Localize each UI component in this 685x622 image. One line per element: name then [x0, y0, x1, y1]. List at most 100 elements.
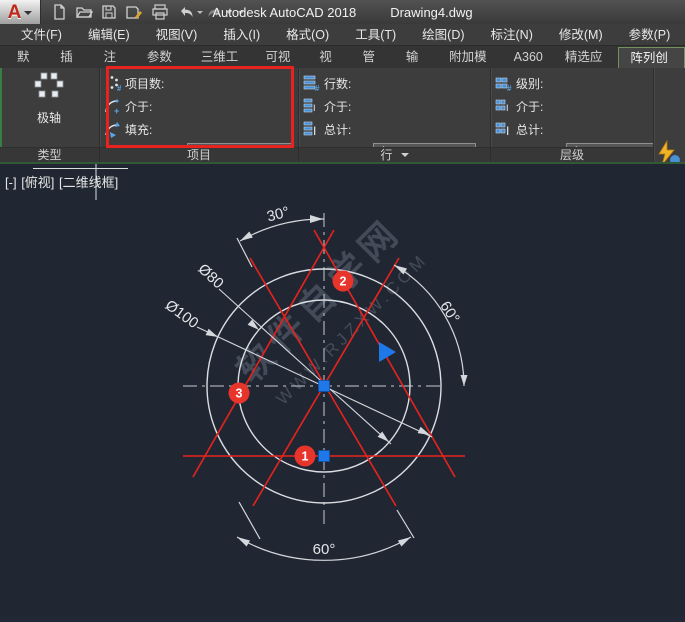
menu-edit[interactable]: 编辑(E)	[75, 24, 143, 46]
save-as-icon[interactable]	[125, 3, 143, 21]
save-icon[interactable]	[100, 3, 118, 21]
polar-array-icon	[30, 72, 68, 106]
item-count-icon: #	[104, 75, 121, 92]
tab-array-creation[interactable]: 阵列创建	[618, 47, 685, 68]
svg-text:#: #	[117, 84, 121, 92]
open-file-icon[interactable]	[75, 3, 93, 21]
tab-default[interactable]: 默认	[6, 47, 49, 68]
ribbon-tab-row: 默认 插入 注释 参数化 三维工具 可视化 视图 管理 输出 附加模块 A360…	[0, 46, 685, 68]
dim-60-right-label: 60°	[436, 298, 463, 326]
qat-customize-icon[interactable]	[238, 11, 244, 17]
panel-title-levels[interactable]: 层级	[491, 147, 653, 163]
svg-text:+: +	[114, 106, 119, 115]
viewport-control-minus[interactable]: [-]	[5, 175, 17, 190]
undo-icon[interactable]	[177, 3, 195, 21]
rows-between-row: I 介于:	[303, 97, 351, 115]
svg-text:#: #	[315, 84, 320, 92]
chevron-down-icon	[24, 11, 32, 19]
tab-a360[interactable]: A360	[503, 47, 554, 68]
badge-2: 2	[340, 275, 347, 289]
panel-title-items[interactable]: 项目	[100, 147, 298, 163]
undo-dropdown-icon[interactable]	[197, 11, 203, 17]
menu-format[interactable]: 格式(O)	[273, 24, 342, 46]
tab-manage[interactable]: 管理	[352, 47, 395, 68]
viewport-view-control[interactable]: [俯视]	[21, 175, 54, 190]
menu-tools[interactable]: 工具(T)	[342, 24, 409, 46]
drawing-canvas[interactable]: [-] [俯视] [二维线框] 软件自学网 WWW.RJZXW.COM	[0, 164, 685, 617]
fill-angle-row: 填充:	[104, 120, 152, 138]
dim-dia100-label: Ø100	[162, 297, 202, 332]
angle-between-label: 介于:	[125, 98, 152, 115]
rows-total-icon: I	[303, 121, 320, 138]
svg-text:I: I	[506, 103, 509, 113]
levels-count-label: 级别:	[516, 75, 543, 92]
badge-3: 3	[236, 387, 243, 401]
new-file-icon[interactable]	[50, 3, 68, 21]
dim-dia100	[197, 327, 432, 437]
viewport-controls: [-] [俯视] [二维线框]	[5, 172, 119, 191]
svg-text:#: #	[507, 84, 512, 92]
rows-panel-dropdown-icon[interactable]	[401, 153, 409, 161]
document-title: Drawing4.dwg	[390, 5, 472, 20]
tab-output[interactable]: 输出	[395, 47, 438, 68]
menu-modify[interactable]: 修改(M)	[546, 24, 616, 46]
levels-total-icon: I	[495, 121, 512, 138]
ribbon: 极轴 类型 # 项目数: 3 + 介于: 120 填充: 360 项目	[0, 68, 685, 164]
tab-annotate[interactable]: 注释	[93, 47, 136, 68]
rows-total-label: 总计:	[324, 121, 351, 138]
panel-title-rows[interactable]: 行	[299, 147, 490, 163]
svg-text:I: I	[313, 103, 316, 113]
arrowhead	[248, 320, 259, 331]
angle-between-icon: +	[104, 98, 121, 115]
tab-parametric[interactable]: 参数化	[136, 47, 190, 68]
levels-count-row: # 级别:	[495, 74, 543, 92]
arrowhead	[398, 537, 411, 547]
redo-icon[interactable]	[206, 3, 224, 21]
arrowhead	[206, 329, 218, 337]
menu-view[interactable]: 视图(V)	[143, 24, 211, 46]
fill-angle-label: 填充:	[125, 121, 152, 138]
items-count-label: 项目数:	[125, 75, 164, 92]
rows-between-label: 介于:	[324, 98, 351, 115]
dim-dia80-label: Ø80	[194, 260, 226, 292]
autocad-logo: A	[8, 3, 22, 22]
levels-count-icon: #	[495, 75, 512, 92]
tab-add-ins[interactable]: 附加模块	[438, 47, 503, 68]
rows-between-icon: I	[303, 98, 320, 115]
redo-dropdown-icon[interactable]	[226, 11, 232, 17]
arrowhead	[461, 375, 468, 386]
tab-view[interactable]: 视图	[308, 47, 351, 68]
tab-visualize[interactable]: 可视化	[254, 47, 308, 68]
menu-insert[interactable]: 插入(I)	[210, 24, 273, 46]
svg-text:I: I	[506, 124, 509, 138]
plot-icon[interactable]	[151, 3, 169, 21]
panel-title-type[interactable]: 类型	[0, 147, 99, 163]
levels-between-label: 介于:	[516, 98, 543, 115]
fill-angle-icon	[104, 121, 121, 138]
polar-array-label: 极轴	[37, 109, 61, 126]
tab-insert[interactable]: 插入	[49, 47, 92, 68]
rows-count-row: # 行数:	[303, 74, 351, 92]
tab-3d-tools[interactable]: 三维工具	[190, 47, 255, 68]
drawing-svg: 软件自学网 WWW.RJZXW.COM	[0, 164, 685, 617]
item-grip[interactable]	[319, 451, 330, 462]
rows-total-row: I 总计:	[303, 120, 351, 138]
center-grip[interactable]	[319, 381, 330, 392]
watermark: 软件自学网 WWW.RJZXW.COM	[229, 210, 432, 409]
svg-text:I: I	[313, 124, 316, 138]
menu-file[interactable]: 文件(F)	[8, 24, 75, 46]
tab-featured-apps[interactable]: 精选应用	[554, 47, 619, 68]
levels-between-row: I 介于:	[495, 97, 543, 115]
angle-between-row: + 介于:	[104, 97, 152, 115]
polar-array-button[interactable]: 极轴	[16, 72, 82, 134]
rows-count-icon: #	[303, 75, 320, 92]
title-bar: A Autodesk AutoCAD 2018 Drawing4.dwg	[0, 0, 685, 24]
app-logo-button[interactable]: A	[0, 0, 41, 24]
levels-total-row: I 总计:	[495, 120, 543, 138]
dim-60-bottom-label: 60°	[313, 541, 336, 558]
menu-parametric[interactable]: 参数(P)	[616, 24, 684, 46]
menu-draw[interactable]: 绘图(D)	[409, 24, 477, 46]
menu-dimension[interactable]: 标注(N)	[478, 24, 546, 46]
viewport-visual-style-control[interactable]: [二维线框]	[59, 175, 118, 190]
rows-panel-title-text: 行	[380, 148, 392, 162]
